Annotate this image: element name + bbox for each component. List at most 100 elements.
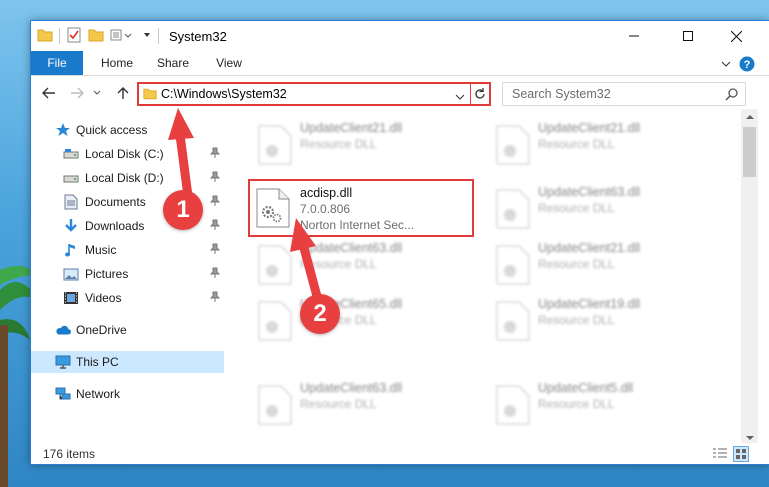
sidebar-item-label: OneDrive (76, 323, 127, 337)
file-name: acdisp.dll (300, 186, 353, 200)
back-button[interactable] (39, 83, 59, 103)
help-button[interactable]: ? (737, 54, 757, 74)
forward-button[interactable] (67, 83, 87, 103)
folder-icon[interactable] (37, 28, 53, 45)
maximize-icon (683, 31, 693, 41)
title-bar: System32 (31, 21, 769, 51)
sidebar-item-label: This PC (76, 355, 119, 369)
chevron-down-icon (721, 61, 731, 67)
tab-home[interactable]: Home (91, 51, 143, 75)
address-bar[interactable]: C:\Windows\System32 (137, 82, 491, 106)
window-title: System32 (169, 29, 227, 44)
music-icon (63, 242, 79, 258)
file-name: UpdateClient21.dll (538, 121, 641, 135)
chevron-down-icon[interactable] (142, 29, 152, 43)
chevron-down-icon (455, 94, 465, 100)
vertical-scrollbar[interactable] (741, 109, 758, 447)
address-path: C:\Windows\System32 (161, 87, 287, 101)
scroll-up-button[interactable] (741, 109, 758, 125)
sidebar-item-local-disk-d[interactable]: Local Disk (D:) (31, 167, 224, 189)
pin-icon (209, 171, 221, 182)
drive-icon (63, 146, 79, 162)
ribbon-tabs: File Home Share View ? (31, 51, 769, 76)
star-icon (55, 122, 71, 138)
close-icon (730, 30, 742, 42)
file-item[interactable]: UpdateClient65.dll Resource DLL (250, 293, 470, 347)
minimize-button[interactable] (611, 21, 657, 51)
status-bar: 176 items (31, 443, 769, 464)
file-type: Resource DLL (538, 137, 615, 151)
maximize-button[interactable] (665, 21, 711, 51)
documents-icon (63, 194, 79, 210)
tab-view[interactable]: View (205, 51, 253, 75)
file-item[interactable]: UpdateClient5.dll Resource DLL (488, 377, 708, 431)
file-name: UpdateClient21.dll (300, 121, 403, 135)
file-item[interactable]: UpdateClient63.dll Resource DLL (250, 237, 470, 291)
dll-file-icon (496, 245, 530, 285)
file-name: UpdateClient19.dll (538, 297, 641, 311)
search-input[interactable]: Search System32 (502, 82, 746, 106)
sidebar-item-quick-access[interactable]: Quick access (31, 119, 224, 141)
expand-ribbon-button[interactable] (716, 54, 736, 74)
pin-icon (209, 219, 221, 230)
sidebar-item-label: Music (85, 243, 117, 257)
search-icon (725, 87, 739, 104)
step-badge-2: 2 (300, 294, 340, 334)
close-button[interactable] (713, 21, 759, 51)
file-type: Resource DLL (300, 257, 377, 271)
file-version: 7.0.0.806 (300, 202, 351, 216)
sidebar-item-label: Pictures (85, 267, 129, 281)
file-item-acdisp[interactable]: acdisp.dll 7.0.0.806 Norton Internet Sec… (252, 182, 472, 236)
file-name: UpdateClient63.dll (538, 185, 641, 199)
up-button[interactable] (113, 83, 133, 103)
sidebar-item-label: Quick access (76, 123, 148, 137)
navigation-pane: Quick access Local Disk (C:) Local Disk … (31, 117, 224, 447)
file-item[interactable]: UpdateClient63.dll Resource DLL (250, 377, 470, 431)
pin-icon (209, 267, 221, 278)
sidebar-item-music[interactable]: Music (31, 239, 224, 261)
file-item[interactable]: UpdateClient21.dll Resource DLL (488, 237, 708, 291)
new-folder-icon[interactable] (88, 28, 104, 45)
minimize-icon (629, 35, 639, 37)
file-item[interactable]: UpdateClient21.dll Resource DLL (488, 117, 708, 171)
file-item[interactable]: UpdateClient19.dll Resource DLL (488, 293, 708, 347)
details-view-icon[interactable] (712, 446, 728, 462)
customize-toolbar-icon[interactable] (110, 28, 136, 45)
refresh-button[interactable] (473, 87, 487, 104)
sidebar-item-videos[interactable]: Videos (31, 287, 224, 309)
item-count: 176 items (43, 447, 96, 461)
dll-file-icon (258, 385, 292, 425)
scroll-thumb[interactable] (743, 127, 756, 177)
sidebar-item-label: Downloads (85, 219, 145, 233)
sidebar-item-local-disk-c[interactable]: Local Disk (C:) (31, 143, 224, 165)
file-explorer-window: System32 File Home Share View ? C:\Windo… (30, 20, 769, 465)
videos-icon (63, 290, 79, 306)
forward-arrow-icon (71, 87, 84, 99)
chevron-down-icon (745, 436, 754, 440)
file-list: UpdateClient21.dll Resource DLL UpdateCl… (226, 109, 741, 447)
tab-file[interactable]: File (31, 51, 83, 75)
address-dropdown-button[interactable] (455, 90, 465, 104)
step-badge-1: 1 (163, 190, 203, 230)
navigation-bar: C:\Windows\System32 Search System32 (31, 77, 769, 109)
large-icons-view-icon[interactable] (733, 446, 749, 462)
sidebar-item-label: Local Disk (C:) (85, 147, 164, 161)
sidebar-item-onedrive[interactable]: OneDrive (31, 319, 224, 341)
chevron-up-icon (745, 115, 754, 119)
sidebar-item-pictures[interactable]: Pictures (31, 263, 224, 285)
file-type: Resource DLL (538, 201, 615, 215)
sidebar-item-network[interactable]: Network (31, 383, 224, 405)
recent-locations-button[interactable] (91, 83, 103, 103)
file-name: UpdateClient63.dll (300, 241, 403, 255)
toolbar-divider (158, 28, 159, 44)
file-type: Resource DLL (538, 397, 615, 411)
properties-icon[interactable] (66, 27, 82, 46)
downloads-icon (63, 218, 79, 234)
back-arrow-icon (42, 87, 55, 99)
dll-file-icon (496, 385, 530, 425)
sidebar-item-this-pc[interactable]: This PC (31, 351, 224, 373)
file-item[interactable]: UpdateClient21.dll Resource DLL (250, 117, 470, 171)
file-item[interactable]: UpdateClient63.dll Resource DLL (488, 181, 708, 235)
up-arrow-icon (117, 87, 129, 99)
tab-share[interactable]: Share (148, 51, 198, 75)
